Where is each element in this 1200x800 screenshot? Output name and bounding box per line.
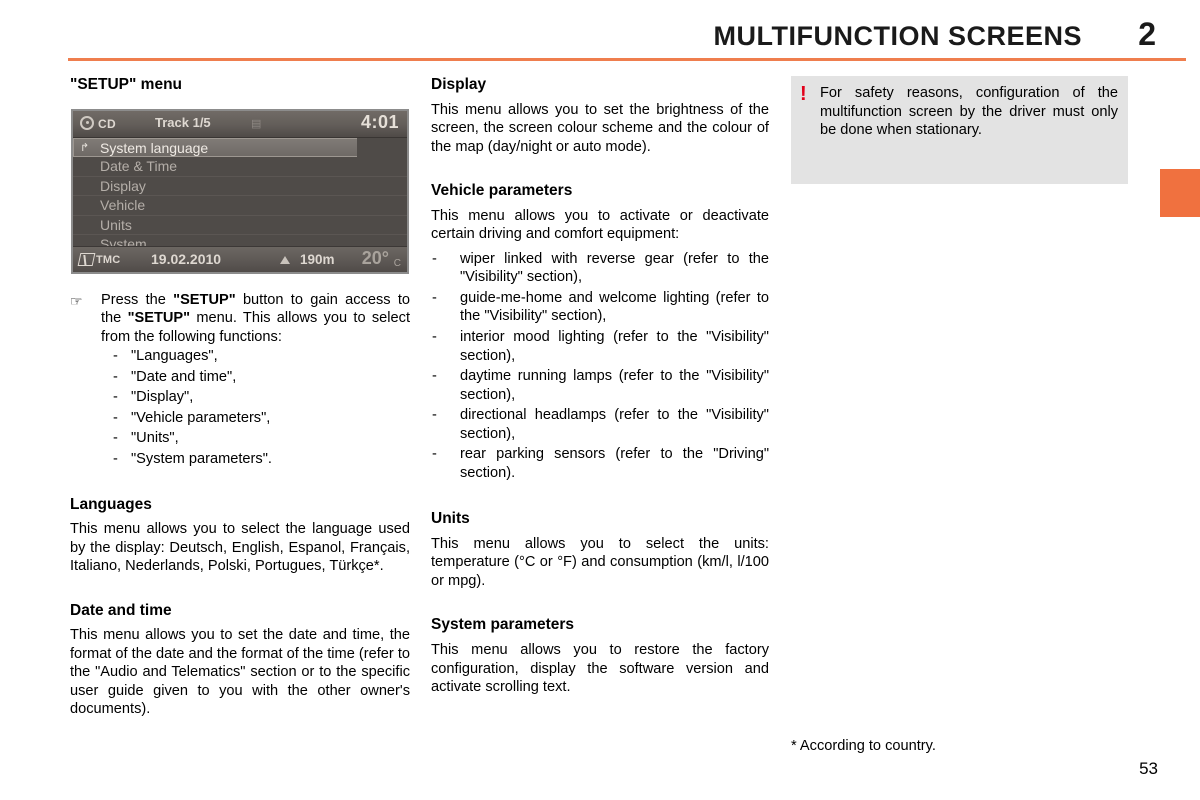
screen-clock: 4:01 <box>360 111 399 132</box>
screen-menu-item-date-time[interactable]: Date & Time <box>73 157 407 177</box>
setup-menu-heading: "SETUP" menu <box>70 76 183 93</box>
screen-temperature-unit: C <box>393 257 401 269</box>
list-item-label: directional headlamps (refer to the "Vis… <box>460 407 769 442</box>
screen-menu-item-units[interactable]: Units <box>73 216 407 236</box>
pointing-hand-icon: ☞ <box>70 292 83 309</box>
screen-menu-item-label: System language <box>100 139 209 156</box>
languages-body: This menu allows you to select the langu… <box>70 521 410 575</box>
screen-menu-item-label: Vehicle <box>100 197 146 214</box>
list-item-label: "Vehicle parameters", <box>131 409 271 426</box>
screen-bottom-status-bar: TMC 19.02.2010 190m 20° C <box>73 245 407 272</box>
vehicle-parameters-list: - wiper linked with reverse gear (refer t… <box>431 250 769 482</box>
list-item-label: "Date and time", <box>131 368 237 385</box>
altitude-arrow-icon <box>280 255 290 264</box>
list-item: - "Vehicle parameters", <box>101 408 410 429</box>
screen-menu-item-vehicle[interactable]: Vehicle <box>73 196 407 216</box>
display-heading: Display <box>431 76 487 93</box>
screen-temperature: 20° <box>361 247 389 268</box>
setup-button-name-1: "SETUP" <box>173 291 236 308</box>
date-and-time-heading: Date and time <box>70 601 172 619</box>
list-item: - rear parking sensors (refer to the "Dri… <box>431 445 769 482</box>
list-dash: - <box>113 348 118 365</box>
list-dash: - <box>113 389 118 406</box>
list-item-label: "Display", <box>131 389 194 406</box>
page-title: MULTIFUNCTION SCREENS <box>713 21 1082 51</box>
list-item-label: daytime running lamps (refer to the "Vis… <box>460 368 769 403</box>
screen-date: 19.02.2010 <box>151 250 222 267</box>
setup-instruction-block: ☞ Press the "SETUP" button to gain acces… <box>70 291 410 470</box>
list-item: - "Date and time", <box>101 367 410 388</box>
list-item-label: "Units", <box>131 430 179 447</box>
tmc-triangle-icon <box>77 252 96 266</box>
list-item-label: rear parking sensors (refer to the "Driv… <box>460 446 769 481</box>
languages-heading: Languages <box>70 495 152 513</box>
list-item: - "Languages", <box>101 346 410 367</box>
screen-menu-list: ↱ System language Date & Time Display Ve… <box>73 137 407 255</box>
middle-column: Display This menu allows you to set the … <box>431 76 769 697</box>
chapter-number: 2 <box>1138 16 1156 52</box>
system-parameters-heading: System parameters <box>431 616 575 634</box>
cd-disc-icon <box>80 115 94 130</box>
page-header: MULTIFUNCTION SCREENS 2 <box>0 0 1200 61</box>
units-body: This menu allows you to select the units… <box>431 535 769 589</box>
screen-menu-item-label: Units <box>100 216 132 233</box>
footnote: * According to country. <box>791 738 936 754</box>
list-dash: - <box>113 430 118 447</box>
list-item: - "System parameters". <box>101 449 410 470</box>
screen-menu-item-system-language[interactable]: ↱ System language <box>73 137 357 158</box>
list-dash: - <box>432 407 437 424</box>
list-dash: - <box>432 289 437 306</box>
setup-button-name-2: "SETUP" <box>127 310 191 327</box>
list-item-label: "Languages", <box>131 348 218 365</box>
instruction-part-1: Press the <box>101 291 174 308</box>
right-column: ! For safety reasons, configuration of t… <box>791 76 1128 184</box>
chapter-edge-tab <box>1160 169 1200 217</box>
list-item: - "Units", <box>101 428 410 449</box>
header-divider <box>68 58 1186 61</box>
screen-menu-item-display[interactable]: Display <box>73 177 407 197</box>
screen-tmc-label: TMC <box>96 253 121 266</box>
screen-menu-item-label: Date & Time <box>100 158 178 175</box>
list-dash: - <box>432 368 437 385</box>
list-dash: - <box>432 328 437 345</box>
list-dash: - <box>432 250 437 267</box>
list-item-label: interior mood lighting (refer to the "Vi… <box>460 328 769 364</box>
enter-arrow-icon: ↱ <box>80 141 90 154</box>
list-item-label: wiper linked with reverse gear (refer to… <box>460 250 769 286</box>
vehicle-parameters-body: This menu allows you to activate or deac… <box>431 207 769 243</box>
list-item: - guide-me-home and welcome lighting (ref… <box>431 289 769 326</box>
system-parameters-body: This menu allows you to restore the fact… <box>431 642 769 696</box>
display-body: This menu allows you to set the brightne… <box>431 101 769 155</box>
page-number: 53 <box>1139 759 1158 778</box>
safety-warning-text: For safety reasons, configuration of the… <box>820 85 1118 139</box>
screen-menu-item-label: Display <box>100 177 146 194</box>
list-icon: ▤ <box>251 117 262 130</box>
screen-source-label: CD <box>98 116 116 131</box>
setup-instruction-text: Press the "SETUP" button to gain access … <box>101 291 410 347</box>
list-item-label: guide-me-home and welcome lighting (refe… <box>460 289 769 325</box>
list-item: - wiper linked with reverse gear (refer t… <box>431 250 769 287</box>
list-item: - directional headlamps (refer to the "Vi… <box>431 406 769 443</box>
list-dash: - <box>432 446 437 463</box>
screen-track-label: Track 1/5 <box>155 114 211 130</box>
date-and-time-body: This menu allows you to set the date and… <box>70 627 410 718</box>
setup-functions-list: - "Languages", - "Date and time", - "Displa… <box>101 346 410 469</box>
left-column: "SETUP" menu CD Track 1/5 ▤ 4:01 ↱ Syste… <box>70 76 410 719</box>
units-heading: Units <box>431 510 470 528</box>
screen-top-status-bar: CD Track 1/5 ▤ 4:01 <box>73 110 407 138</box>
list-item-label: "System parameters". <box>131 451 272 467</box>
screen-altitude: 190m <box>300 251 335 267</box>
vehicle-parameters-heading: Vehicle parameters <box>431 182 573 200</box>
list-dash: - <box>113 451 118 467</box>
list-dash: - <box>113 368 118 385</box>
exclamation-icon: ! <box>800 83 807 105</box>
list-item: - "Display", <box>101 387 410 408</box>
list-item: - interior mood lighting (refer to the "V… <box>431 328 769 365</box>
list-dash: - <box>113 409 118 426</box>
safety-warning-box: ! For safety reasons, configuration of t… <box>791 76 1128 184</box>
list-item: - daytime running lamps (refer to the "Vi… <box>431 367 769 404</box>
setup-screen-illustration: CD Track 1/5 ▤ 4:01 ↱ System language Da… <box>71 108 409 274</box>
